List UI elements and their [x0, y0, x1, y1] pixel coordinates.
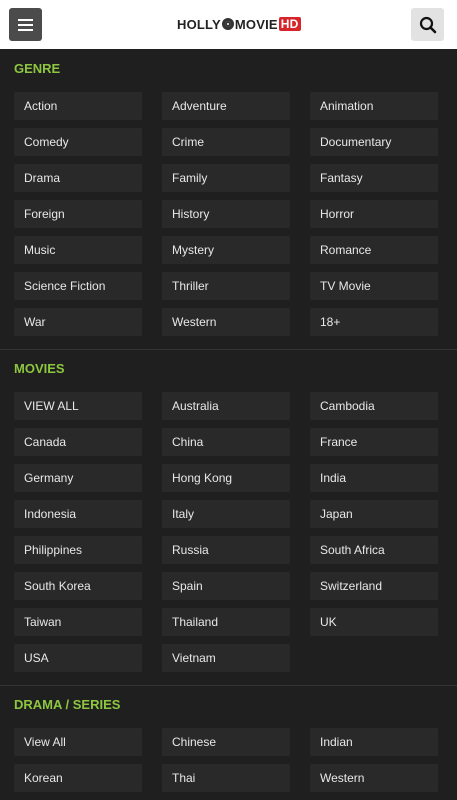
movies-item[interactable]: Switzerland	[310, 572, 438, 600]
movies-section-title: MOVIES	[14, 361, 65, 376]
film-reel-icon	[221, 18, 234, 30]
divider	[0, 685, 457, 686]
hamburger-icon-line	[18, 23, 33, 26]
movies-item[interactable]: India	[310, 464, 438, 492]
genre-item[interactable]: Music	[14, 236, 142, 264]
movies-item[interactable]: Hong Kong	[162, 464, 290, 492]
movies-item[interactable]: Indonesia	[14, 500, 142, 528]
genre-list: Action Adventure Animation Comedy Crime Docum…	[14, 92, 438, 336]
drama-item[interactable]: Korean	[14, 764, 142, 792]
genre-item[interactable]: Fantasy	[310, 164, 438, 192]
logo-text: MOVIE	[234, 16, 278, 32]
movies-list: VIEW ALL Australia Cambodia Canada China Fran…	[14, 392, 438, 672]
genre-item[interactable]: Mystery	[162, 236, 290, 264]
genre-item[interactable]: Crime	[162, 128, 290, 156]
drama-item[interactable]: Thai	[162, 764, 290, 792]
movies-item[interactable]: South Korea	[14, 572, 142, 600]
drama-item[interactable]: Chinese	[162, 728, 290, 756]
movies-item[interactable]: Vietnam	[162, 644, 290, 672]
movies-item[interactable]: Canada	[14, 428, 142, 456]
movies-item[interactable]: UK	[310, 608, 438, 636]
genre-item[interactable]: 18+	[310, 308, 438, 336]
genre-item[interactable]: Foreign	[14, 200, 142, 228]
movies-item[interactable]: France	[310, 428, 438, 456]
genre-item[interactable]: Adventure	[162, 92, 290, 120]
logo-hd-badge: HD	[278, 17, 301, 31]
genre-section-title: GENRE	[14, 61, 61, 76]
genre-item[interactable]: History	[162, 200, 290, 228]
genre-item[interactable]: Animation	[310, 92, 438, 120]
hamburger-icon-line	[18, 18, 33, 21]
movies-item[interactable]: South Africa	[310, 536, 438, 564]
genre-item[interactable]: Romance	[310, 236, 438, 264]
genre-item[interactable]: Thriller	[162, 272, 290, 300]
genre-item[interactable]: Family	[162, 164, 290, 192]
drama-list: View All Chinese Indian Korean Thai Western	[14, 728, 438, 792]
hamburger-icon-line	[18, 28, 33, 31]
drama-section-title: DRAMA / SERIES	[14, 697, 121, 712]
movies-item[interactable]: China	[162, 428, 290, 456]
movies-item[interactable]: Thailand	[162, 608, 290, 636]
drama-item[interactable]: Indian	[310, 728, 438, 756]
movies-item[interactable]: Taiwan	[14, 608, 142, 636]
genre-item[interactable]: Action	[14, 92, 142, 120]
genre-item[interactable]: War	[14, 308, 142, 336]
genre-item[interactable]: Documentary	[310, 128, 438, 156]
movies-item[interactable]: USA	[14, 644, 142, 672]
genre-item[interactable]: Drama	[14, 164, 142, 192]
movies-item[interactable]: Russia	[162, 536, 290, 564]
site-logo[interactable]: HOLLY MOVIE HD	[177, 15, 301, 33]
genre-item[interactable]: Science Fiction	[14, 272, 142, 300]
divider	[0, 349, 457, 350]
drama-item[interactable]: View All	[14, 728, 142, 756]
genre-item[interactable]: Comedy	[14, 128, 142, 156]
movies-item[interactable]: Spain	[162, 572, 290, 600]
movies-item[interactable]: Germany	[14, 464, 142, 492]
search-icon	[419, 16, 436, 33]
movies-item[interactable]: Philippines	[14, 536, 142, 564]
genre-item[interactable]: Western	[162, 308, 290, 336]
menu-button[interactable]	[9, 8, 42, 41]
logo-text: HOLLY	[177, 16, 221, 32]
drama-item[interactable]: Western	[310, 764, 438, 792]
movies-item[interactable]: VIEW ALL	[14, 392, 142, 420]
movies-item[interactable]: Cambodia	[310, 392, 438, 420]
movies-item[interactable]: Italy	[162, 500, 290, 528]
top-bar: HOLLY MOVIE HD	[0, 0, 457, 49]
genre-item[interactable]: TV Movie	[310, 272, 438, 300]
movies-item[interactable]: Australia	[162, 392, 290, 420]
movies-item[interactable]: Japan	[310, 500, 438, 528]
genre-item[interactable]: Horror	[310, 200, 438, 228]
search-button[interactable]	[411, 8, 444, 41]
